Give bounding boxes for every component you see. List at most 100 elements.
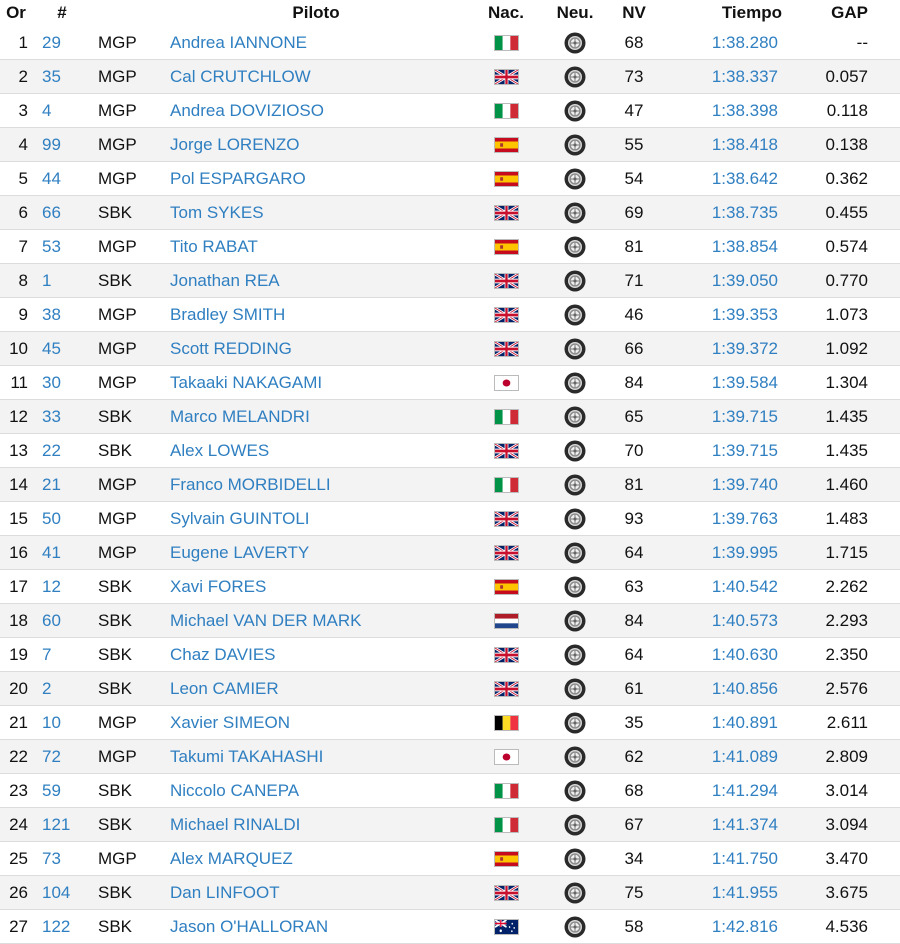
- laps: 93: [604, 501, 664, 536]
- lap-time-link[interactable]: 1:41.750: [712, 849, 778, 868]
- lap-time-link[interactable]: 1:38.280: [712, 33, 778, 52]
- rider-name-link[interactable]: Jason O'HALLORAN: [170, 917, 328, 936]
- lap-time-link[interactable]: 1:41.089: [712, 747, 778, 766]
- rider-name-link[interactable]: Takumi TAKAHASHI: [170, 747, 323, 766]
- lap-time-link[interactable]: 1:40.891: [712, 713, 778, 732]
- rider-number-link[interactable]: 44: [42, 169, 61, 188]
- gap: 1.460: [800, 467, 900, 502]
- rider-name-link[interactable]: Alex LOWES: [170, 441, 269, 460]
- rider-name-link[interactable]: Leon CAMIER: [170, 679, 279, 698]
- rider-name-link[interactable]: Jorge LORENZO: [170, 135, 299, 154]
- tyre-icon: [564, 780, 586, 802]
- rider-number-link[interactable]: 35: [42, 67, 61, 86]
- lap-time-link[interactable]: 1:39.715: [712, 407, 778, 426]
- rider-number-link[interactable]: 72: [42, 747, 61, 766]
- rider-number-link[interactable]: 59: [42, 781, 61, 800]
- gap: 0.057: [800, 59, 900, 94]
- lap-time-link[interactable]: 1:40.542: [712, 577, 778, 596]
- lap-time-link[interactable]: 1:39.050: [712, 271, 778, 290]
- rider-number-link[interactable]: 38: [42, 305, 61, 324]
- lap-time-link[interactable]: 1:39.995: [712, 543, 778, 562]
- nationality-cell: [466, 637, 546, 672]
- rider-name-link[interactable]: Eugene LAVERTY: [170, 543, 309, 562]
- rider-number-link[interactable]: 21: [42, 475, 61, 494]
- rider-number-link[interactable]: 30: [42, 373, 61, 392]
- rider-number-link[interactable]: 33: [42, 407, 61, 426]
- rider-class: SBK: [92, 263, 166, 298]
- rider-number-link[interactable]: 66: [42, 203, 61, 222]
- lap-time-link[interactable]: 1:38.642: [712, 169, 778, 188]
- lap-time-link[interactable]: 1:40.856: [712, 679, 778, 698]
- lap-time-link[interactable]: 1:42.816: [712, 917, 778, 936]
- rider-number-link[interactable]: 41: [42, 543, 61, 562]
- rider-number-link[interactable]: 2: [42, 679, 51, 698]
- rider-number-link[interactable]: 73: [42, 849, 61, 868]
- lap-time-link[interactable]: 1:39.353: [712, 305, 778, 324]
- rider-number-link[interactable]: 10: [42, 713, 61, 732]
- rider-number-cell: 121: [32, 807, 92, 842]
- lap-time-link[interactable]: 1:38.337: [712, 67, 778, 86]
- rider-name-link[interactable]: Tom SYKES: [170, 203, 264, 222]
- rider-number-link[interactable]: 45: [42, 339, 61, 358]
- rider-number-link[interactable]: 1: [42, 271, 51, 290]
- rider-name-link[interactable]: Xavier SIMEON: [170, 713, 290, 732]
- lap-time-link[interactable]: 1:41.294: [712, 781, 778, 800]
- italy-flag-icon: [493, 477, 519, 494]
- lap-time-link[interactable]: 1:40.630: [712, 645, 778, 664]
- laps: 81: [604, 467, 664, 502]
- rider-name-cell: Bradley SMITH: [166, 297, 466, 332]
- rider-number-link[interactable]: 50: [42, 509, 61, 528]
- rider-number-link[interactable]: 12: [42, 577, 61, 596]
- header-row: Or # Piloto Nac. Neu. NV Tiempo GAP: [0, 0, 900, 26]
- table-row: 3 4 MGP Andrea DOVIZIOSO 47 1:38.398 0.118: [0, 93, 900, 128]
- rider-name-link[interactable]: Franco MORBIDELLI: [170, 475, 331, 494]
- lap-time-link[interactable]: 1:39.584: [712, 373, 778, 392]
- lap-time-link[interactable]: 1:39.740: [712, 475, 778, 494]
- rider-name-link[interactable]: Michael VAN DER MARK: [170, 611, 361, 630]
- rider-name-link[interactable]: Pol ESPARGARO: [170, 169, 306, 188]
- rider-number-cell: 33: [32, 399, 92, 434]
- rider-number-link[interactable]: 99: [42, 135, 61, 154]
- rider-name-link[interactable]: Michael RINALDI: [170, 815, 300, 834]
- rider-name-link[interactable]: Cal CRUTCHLOW: [170, 67, 311, 86]
- lap-time-link[interactable]: 1:41.374: [712, 815, 778, 834]
- lap-time-link[interactable]: 1:39.763: [712, 509, 778, 528]
- table-row: 2 35 MGP Cal CRUTCHLOW 73 1:38.337 0.057: [0, 59, 900, 94]
- rider-number-link[interactable]: 29: [42, 33, 61, 52]
- rider-number-link[interactable]: 121: [42, 815, 70, 834]
- gap: 0.574: [800, 229, 900, 264]
- gap: 3.094: [800, 807, 900, 842]
- rider-name-link[interactable]: Dan LINFOOT: [170, 883, 280, 902]
- rider-number-link[interactable]: 7: [42, 645, 51, 664]
- tyre-icon: [564, 32, 586, 54]
- rider-name-link[interactable]: Chaz DAVIES: [170, 645, 276, 664]
- rider-number-link[interactable]: 104: [42, 883, 70, 902]
- lap-time-link[interactable]: 1:41.955: [712, 883, 778, 902]
- rider-name-link[interactable]: Niccolo CANEPA: [170, 781, 299, 800]
- lap-time-link[interactable]: 1:38.418: [712, 135, 778, 154]
- rider-number-link[interactable]: 122: [42, 917, 70, 936]
- laps: 46: [604, 297, 664, 332]
- rider-name-link[interactable]: Andrea DOVIZIOSO: [170, 101, 324, 120]
- lap-time-link[interactable]: 1:38.735: [712, 203, 778, 222]
- rider-name-link[interactable]: Marco MELANDRI: [170, 407, 310, 426]
- rider-name-link[interactable]: Tito RABAT: [170, 237, 258, 256]
- rider-name-link[interactable]: Andrea IANNONE: [170, 33, 307, 52]
- lap-time-link[interactable]: 1:38.854: [712, 237, 778, 256]
- rider-name-link[interactable]: Xavi FORES: [170, 577, 266, 596]
- rider-number-link[interactable]: 53: [42, 237, 61, 256]
- rider-name-link[interactable]: Alex MARQUEZ: [170, 849, 293, 868]
- lap-time-link[interactable]: 1:39.372: [712, 339, 778, 358]
- rider-name-link[interactable]: Takaaki NAKAGAMI: [170, 373, 322, 392]
- rider-number-link[interactable]: 60: [42, 611, 61, 630]
- lap-time-link[interactable]: 1:40.573: [712, 611, 778, 630]
- rider-name-link[interactable]: Bradley SMITH: [170, 305, 285, 324]
- rider-name-link[interactable]: Sylvain GUINTOLI: [170, 509, 310, 528]
- rider-number-link[interactable]: 4: [42, 101, 51, 120]
- rider-name-link[interactable]: Jonathan REA: [170, 271, 280, 290]
- tyre-icon: [564, 406, 586, 428]
- lap-time-link[interactable]: 1:38.398: [712, 101, 778, 120]
- lap-time-link[interactable]: 1:39.715: [712, 441, 778, 460]
- rider-number-link[interactable]: 22: [42, 441, 61, 460]
- rider-name-link[interactable]: Scott REDDING: [170, 339, 292, 358]
